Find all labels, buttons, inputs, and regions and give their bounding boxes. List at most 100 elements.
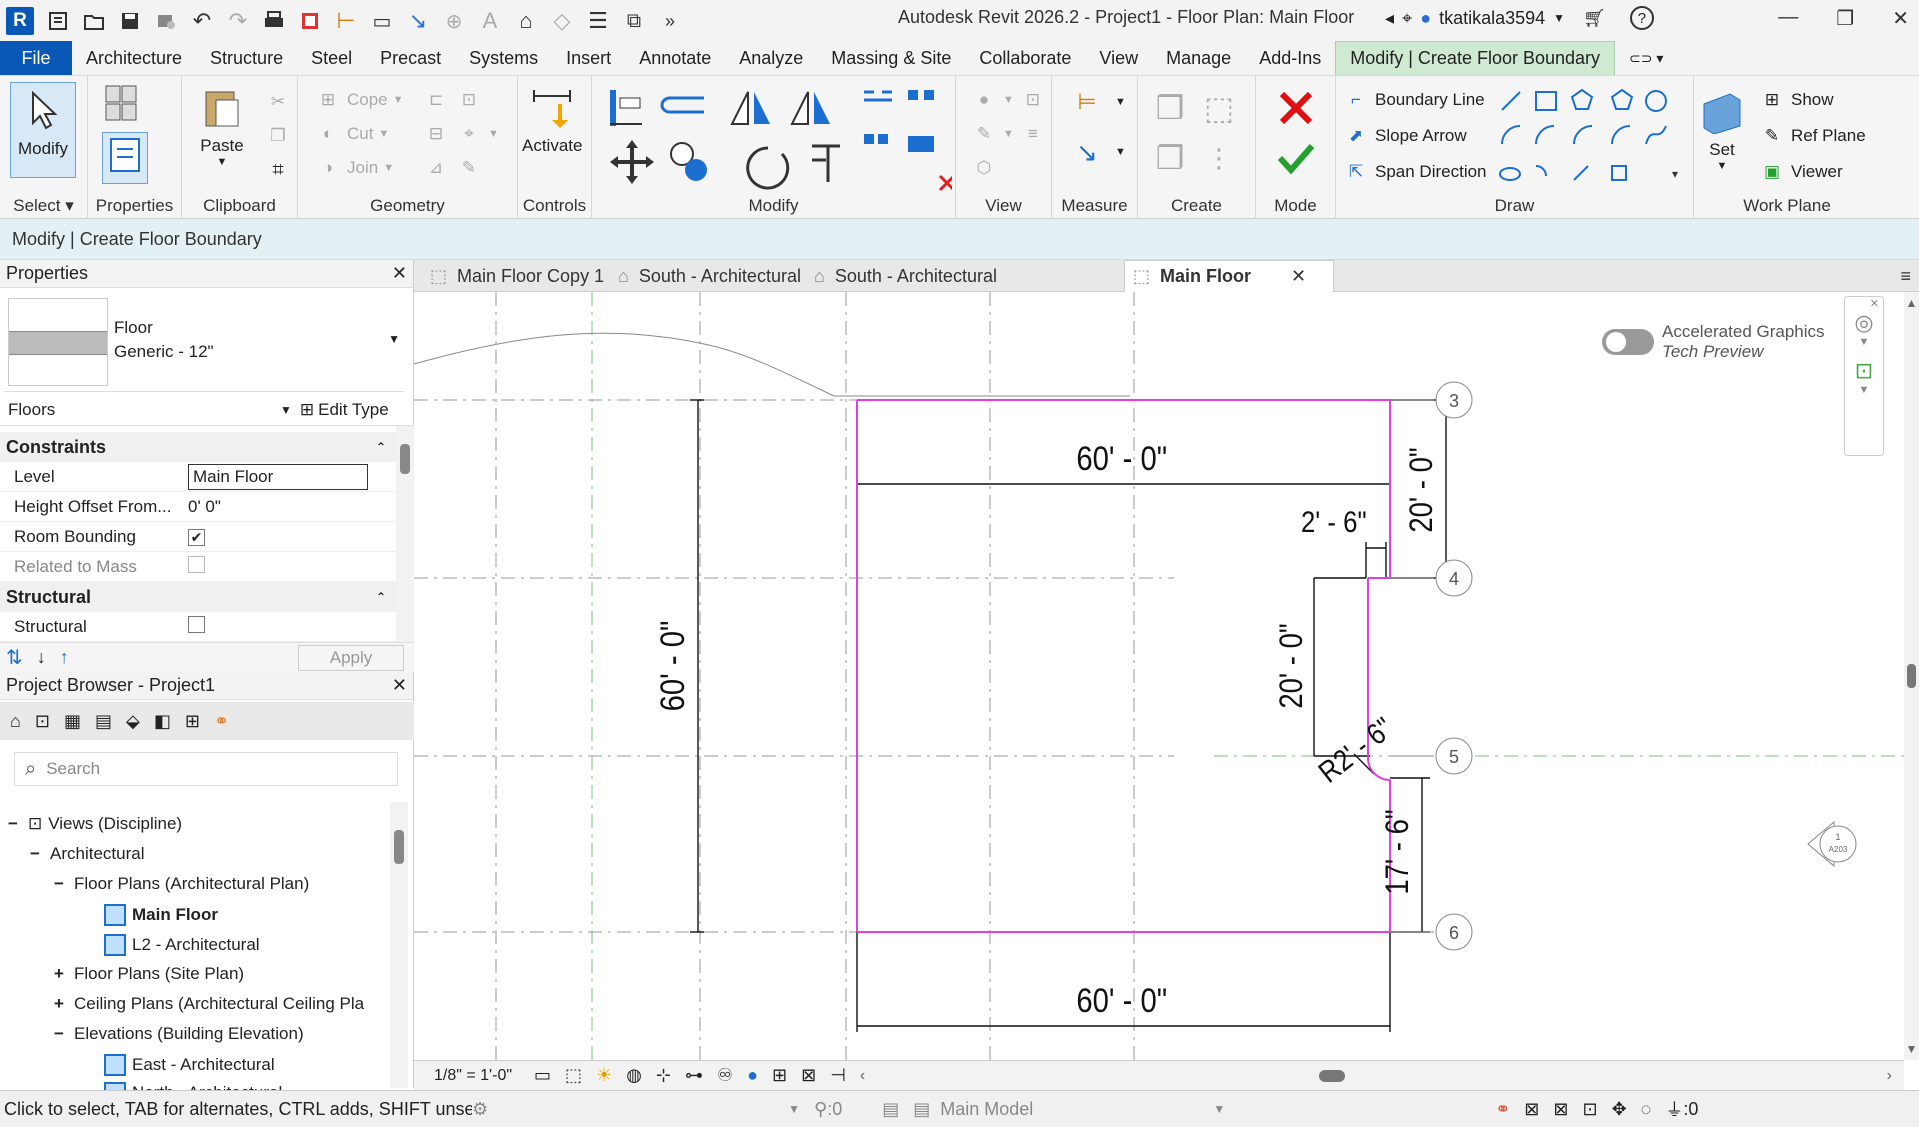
family-icon[interactable]: ⬙ xyxy=(126,711,140,732)
cut-geometry-button[interactable]: ◐ Cut ▼ xyxy=(314,120,390,148)
linework-icon[interactable]: ⬡ xyxy=(970,154,998,182)
close-icon[interactable]: ✕ xyxy=(392,263,407,284)
properties-button[interactable] xyxy=(102,132,148,184)
finish-edit-mode-button[interactable] xyxy=(1276,140,1316,181)
toggle-switch[interactable] xyxy=(1602,329,1654,355)
browser-node[interactable]: − ⊡ Views (Discipline) xyxy=(8,814,182,834)
collapse-icon[interactable]: − xyxy=(8,814,22,834)
link-icon[interactable]: ⚭ xyxy=(214,711,229,732)
split-icon[interactable] xyxy=(864,90,892,144)
view-tab-2[interactable]: ⌂ South - Architectural xyxy=(610,260,801,292)
expand-icon[interactable]: + xyxy=(54,994,68,1014)
expand-icon[interactable]: + xyxy=(54,964,68,984)
mirror-axis-icon[interactable] xyxy=(730,91,770,125)
show-crop-icon[interactable]: ⊶ xyxy=(685,1065,703,1086)
zoom-icon[interactable]: ⊡ xyxy=(35,711,50,732)
undo-icon[interactable]: ↶ xyxy=(189,8,215,34)
dim-mid[interactable]: 20' - 0" xyxy=(1274,623,1309,708)
override-icon[interactable]: ✎ ▼ ≡ xyxy=(970,120,1047,148)
offset-icon[interactable] xyxy=(660,96,704,114)
tab-menu-icon[interactable]: ≡ xyxy=(1900,260,1911,292)
modify-button[interactable]: Modify xyxy=(10,82,76,178)
main-model-icon[interactable]: ▤ xyxy=(913,1099,930,1120)
tab-analyze[interactable]: Analyze xyxy=(725,41,817,75)
structural-checkbox[interactable] xyxy=(188,615,205,633)
minimize-icon[interactable]: — xyxy=(1778,6,1798,31)
revit-logo-icon[interactable]: R xyxy=(6,7,34,35)
close-icon[interactable]: ✕ xyxy=(392,675,407,696)
room-bounding-checkbox[interactable]: ✔ xyxy=(188,528,205,546)
view-tab-1[interactable]: ⬚ Main Floor Copy 1 xyxy=(422,260,604,292)
dim-top[interactable]: 60' - 0" xyxy=(1076,439,1167,478)
scroll-right-icon[interactable]: › xyxy=(1887,1067,1892,1085)
paint-icon[interactable]: ⊿ ✎ xyxy=(422,154,483,182)
vertical-scrollbar[interactable]: ▲ ▼ xyxy=(1904,292,1919,1060)
highlight-displacement-icon[interactable]: ⊣ xyxy=(830,1065,846,1086)
trim-extend-icon[interactable] xyxy=(812,144,840,182)
analytical-model-icon[interactable]: ⊠ xyxy=(801,1065,816,1086)
select-panel-label[interactable]: Select ▾ xyxy=(0,196,87,216)
category-structural[interactable]: Structural ⌃ xyxy=(0,582,396,612)
filter-icon[interactable]: ⏚ xyxy=(1665,1096,1683,1122)
dim-notch[interactable]: 2' - 6" xyxy=(1301,505,1367,538)
tab-structure[interactable]: Structure xyxy=(196,41,297,75)
user-icon[interactable]: ● xyxy=(1420,8,1431,29)
reveal-hidden-icon[interactable]: ● xyxy=(747,1065,758,1086)
edit-type-button[interactable]: Edit Type xyxy=(318,400,389,420)
sort-icon[interactable]: ⇅ xyxy=(6,645,23,670)
dim-right-low[interactable]: 17' - 6" xyxy=(1380,809,1415,894)
drawing-area[interactable]: 60' - 0" 60' - 0" 60' - 0" 20' - 0" 2' -… xyxy=(414,292,1904,1060)
main-model[interactable]: Main Model xyxy=(940,1099,1033,1120)
section-icon[interactable]: ◇ xyxy=(549,8,575,34)
mirror-draw-icon[interactable] xyxy=(790,91,830,125)
view-scale[interactable]: 1/8" = 1'-0" xyxy=(434,1067,512,1085)
view-tab-3[interactable]: ⌂ South - Architectural xyxy=(806,260,997,292)
chevron-left-icon[interactable]: ◂ xyxy=(1385,8,1394,29)
underlay-select-icon[interactable]: ⊠ xyxy=(1524,1099,1539,1120)
schedule-icon[interactable]: ▦ xyxy=(64,711,81,732)
browser-node[interactable]: + Floor Plans (Site Plan) xyxy=(54,964,244,984)
face-select-icon[interactable]: ⊡ xyxy=(1582,1099,1597,1120)
tab-steel[interactable]: Steel xyxy=(297,41,366,75)
span-direction-button[interactable]: ⇱ Span Direction xyxy=(1342,158,1487,186)
restore-icon[interactable]: ❐ xyxy=(1836,6,1854,31)
redo-icon[interactable]: ↷ xyxy=(225,8,251,34)
dim-radius[interactable]: R2' - 6" xyxy=(1312,711,1399,789)
tab-massing-site[interactable]: Massing & Site xyxy=(817,41,965,75)
create-parts-icon[interactable]: ❐ ⋮ xyxy=(1148,136,1241,180)
chevron-down-icon[interactable]: ▼ xyxy=(1553,11,1565,25)
horizontal-scrollbar[interactable] xyxy=(865,1061,1886,1091)
elevation-marker[interactable]: 1 A203 xyxy=(1807,820,1857,868)
dim-right-top[interactable]: 20' - 0" xyxy=(1404,447,1439,532)
more-icon[interactable]: » xyxy=(657,8,683,34)
browser-node[interactable]: − Floor Plans (Architectural Plan) xyxy=(54,874,309,894)
cope-button[interactable]: ⊞ Cope ▼ xyxy=(314,86,404,114)
browser-node[interactable]: L2 - Architectural xyxy=(104,934,260,956)
rotate-icon[interactable] xyxy=(746,146,790,190)
background-process-icon[interactable]: ◌ xyxy=(1641,1099,1652,1120)
visual-style-icon[interactable]: ⬚ xyxy=(565,1065,582,1086)
close-icon[interactable]: ✕ xyxy=(1892,6,1909,31)
paste-button[interactable]: Paste ▼ xyxy=(200,86,244,168)
pinned-select-icon[interactable]: ⊠ xyxy=(1553,1099,1568,1120)
drag-select-icon[interactable]: ✥ xyxy=(1612,1099,1627,1120)
slope-arrow-button[interactable]: ⬈ Slope Arrow xyxy=(1342,122,1467,150)
properties-scrollbar[interactable] xyxy=(396,426,414,642)
worksharing-icon[interactable]: ⊞ xyxy=(772,1065,787,1086)
text-icon[interactable]: A xyxy=(477,8,503,34)
filter-dropdown[interactable]: Floors xyxy=(0,400,280,420)
create-group-icon[interactable]: ❒ ⬚ xyxy=(1148,86,1241,130)
sheet-icon[interactable]: ◧ xyxy=(154,711,171,732)
group-icon[interactable]: ⊞ xyxy=(185,711,200,732)
boundary-line-button[interactable]: ⌐ Boundary Line xyxy=(1342,86,1485,114)
close-hidden-icon[interactable]: ⧉ xyxy=(621,8,647,34)
sync-icon[interactable] xyxy=(153,8,179,34)
tab-manage[interactable]: Manage xyxy=(1152,41,1245,75)
show-work-plane-button[interactable]: ⊞ Show xyxy=(1758,86,1834,114)
tab-annotate[interactable]: Annotate xyxy=(625,41,725,75)
browser-search-input[interactable]: ⌕ Search xyxy=(14,752,398,786)
save-icon[interactable] xyxy=(117,8,143,34)
wall-joins-icon[interactable]: ⊏ ⊡ xyxy=(422,86,483,114)
cart-icon[interactable]: 🛒︎ xyxy=(1583,8,1606,29)
view-cube-icon[interactable]: ◎ xyxy=(1845,310,1883,336)
